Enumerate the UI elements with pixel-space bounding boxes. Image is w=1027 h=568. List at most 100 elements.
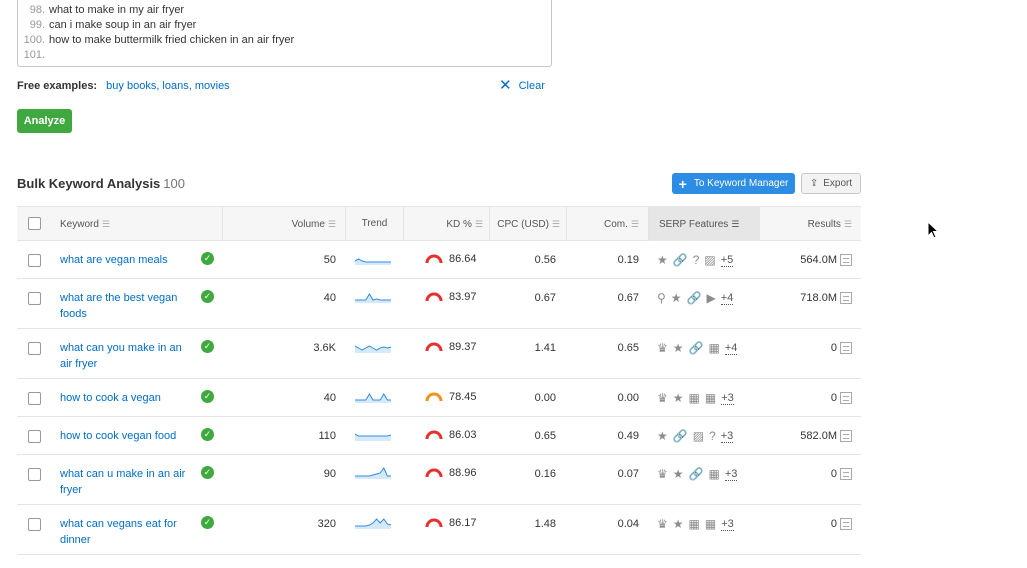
check-icon: ✓ [201,290,214,303]
section-title: Bulk Keyword Analysis 100 [17,176,185,191]
row-checkbox[interactable] [28,468,41,481]
serp-features-cell: ★ 🔗 ▨? +3 [657,429,738,443]
serp-more-link[interactable]: +4 [724,342,738,355]
trend-sparkline [355,390,393,404]
question-icon[interactable]: ? [693,253,700,267]
link-icon[interactable]: 🔗 [673,253,688,267]
keyword-link[interactable]: how to cook vegan food [60,428,195,444]
row-checkbox[interactable] [28,430,41,443]
star-icon[interactable]: ★ [673,517,684,531]
check-icon: ✓ [201,340,214,353]
image-icon[interactable]: ▨ [693,429,704,443]
serp-more-link[interactable]: +4 [720,292,734,305]
grid-icon[interactable]: ▦ [705,517,716,531]
map-pin-icon[interactable]: ⚲ [657,291,666,305]
star-icon[interactable]: ★ [671,291,682,305]
serp-snapshot-icon[interactable] [840,430,852,442]
column-cpc[interactable]: CPC (USD) ☰ [489,207,566,241]
grid-icon[interactable]: ▦ [705,391,716,405]
column-results[interactable]: Results ☰ [760,207,861,241]
serp-features-cell: ⚲ ★ 🔗 ▶ +4 [657,291,738,305]
keyword-link[interactable]: what are the best vegan foods [60,290,195,322]
free-examples-links[interactable]: buy books, loans, movies [106,80,230,92]
mouse-cursor-icon [927,221,939,239]
column-trend: Trend [345,207,403,241]
grid-icon[interactable]: ▦ [689,391,700,405]
to-keyword-manager-button[interactable]: + To Keyword Manager [672,173,795,194]
serp-snapshot-icon[interactable] [840,254,852,266]
column-serp-features[interactable]: SERP Features ☰ [648,207,760,241]
serp-features-cell: ♛ ★ ▦ ▦ +3 [657,517,739,531]
column-com[interactable]: Com. ☰ [566,207,648,241]
image-icon[interactable]: ▨ [704,253,715,267]
question-icon[interactable]: ? [709,429,716,443]
star-icon[interactable]: ★ [673,467,684,481]
serp-more-link[interactable]: +3 [721,518,734,531]
serp-more-link[interactable]: +5 [720,254,734,267]
row-checkbox[interactable] [28,292,41,305]
serp-snapshot-icon[interactable] [840,342,852,354]
check-icon: ✓ [201,390,214,403]
serp-more-link[interactable]: +3 [720,430,734,443]
serp-snapshot-icon[interactable] [840,292,852,304]
export-button[interactable]: ⇪ Export [801,173,861,194]
row-checkbox[interactable] [28,518,41,531]
keyword-link[interactable]: what can you make in an air fryer [60,340,195,372]
table-row: how to cook a vegan ✓ 40 78.45 0.00 0.00 ♛ ★ ▦ ▦ +… [17,379,861,417]
star-icon[interactable]: ★ [657,253,668,267]
keywords-textarea[interactable]: 98. what to make in my air fryer 99. can i … [17,0,552,67]
column-kd-label: KD % [446,219,472,230]
serp-features-cell: ★ 🔗? ▨ +5 [657,253,738,267]
crown-icon[interactable]: ♛ [657,467,668,481]
crown-icon[interactable]: ♛ [657,517,668,531]
link-icon[interactable]: 🔗 [687,291,702,305]
clear-button[interactable]: ✕ Clear [499,78,545,93]
serp-snapshot-icon[interactable] [840,468,852,480]
cpc-cell: 0.56 [534,254,556,266]
keyword-link[interactable]: what are vegan meals [60,252,195,268]
star-icon[interactable]: ★ [673,341,684,355]
column-keyword[interactable]: Keyword ☰ [60,207,222,241]
kd-value: 86.17 [449,517,477,529]
column-volume-label: Volume [291,219,325,230]
select-all-checkbox[interactable] [28,217,41,230]
textarea-line: 98. what to make in my air fryer [18,3,184,18]
keyword-text: what to make in my air fryer [49,4,185,16]
line-number: 99. [29,19,45,31]
star-icon[interactable]: ★ [673,391,684,405]
grid-icon[interactable]: ▦ [689,517,700,531]
link-icon[interactable]: 🔗 [689,467,704,481]
star-icon[interactable]: ★ [657,429,668,443]
kd-cell: 86.03 [425,429,477,441]
trend-sparkline [355,252,393,266]
keyword-link[interactable]: how to cook a vegan [60,390,195,406]
keyword-link[interactable]: what can u make in an air fryer [60,466,195,498]
row-checkbox[interactable] [28,392,41,405]
serp-more-link[interactable]: +3 [724,468,738,481]
column-kd[interactable]: KD % ☰ [403,207,489,241]
results-cell: 0 [767,342,852,354]
serp-more-link[interactable]: +3 [721,392,734,405]
grid-icon[interactable]: ▦ [708,341,719,355]
video-icon[interactable]: ▶ [707,291,716,305]
row-checkbox[interactable] [28,342,41,355]
keyword-link[interactable]: what can vegans eat for dinner [60,516,195,548]
keyword-cell: what can vegans eat for dinner [60,516,195,548]
link-icon[interactable]: 🔗 [673,429,688,443]
cpc-cell: 1.48 [534,518,556,530]
analyze-button[interactable]: Analyze [17,109,72,133]
trend-sparkline [355,290,393,304]
crown-icon[interactable]: ♛ [657,391,668,405]
serp-snapshot-icon[interactable] [840,392,852,404]
volume-cell: 90 [323,468,336,480]
serp-snapshot-icon[interactable] [840,518,852,530]
link-icon[interactable]: 🔗 [689,341,704,355]
com-cell: 0.19 [617,254,639,266]
column-volume[interactable]: Volume ☰ [222,207,345,241]
grid-icon[interactable]: ▦ [708,467,719,481]
kd-cell: 86.17 [425,517,477,529]
keyword-cell: what can you make in an air fryer [60,340,195,372]
column-com-label: Com. [604,219,628,230]
crown-icon[interactable]: ♛ [657,341,668,355]
row-checkbox[interactable] [28,254,41,267]
